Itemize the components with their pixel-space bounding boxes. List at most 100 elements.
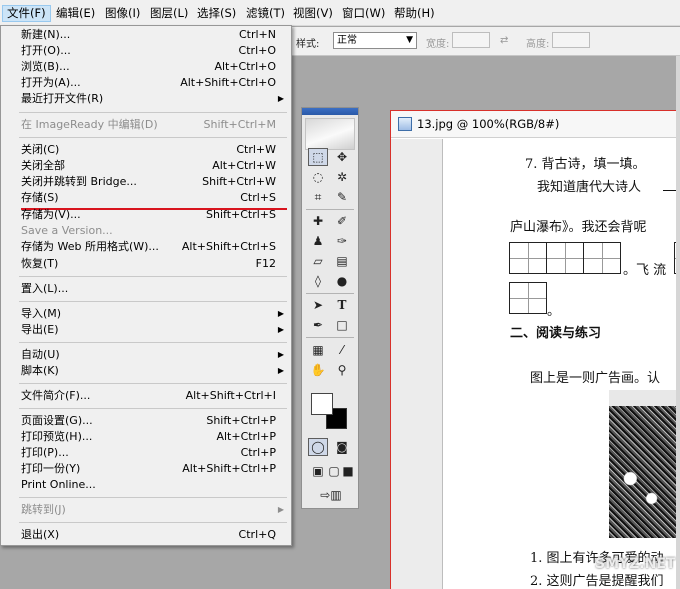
menu-item-save-as[interactable]: 存储为(V)... Shift+Ctrl+S: [2, 207, 290, 223]
menu-item-shortcut: Ctrl+P: [240, 446, 276, 459]
scrollbar-edge[interactable]: [676, 56, 680, 589]
menu-filter[interactable]: 滤镜(T): [242, 5, 289, 22]
style-select[interactable]: 正常 ▼: [333, 32, 417, 49]
menu-item-label: 导出(E): [21, 323, 59, 336]
menu-help[interactable]: 帮助(H): [390, 5, 439, 22]
menu-item-recent-files[interactable]: 最近打开文件(R) ▶: [2, 91, 290, 107]
path-select-icon[interactable]: ➤: [308, 296, 328, 314]
menu-item-label: 恢复(T): [21, 257, 59, 270]
jump-to-imageready-icon[interactable]: ⇨▥: [316, 486, 346, 504]
menu-separator: [19, 301, 287, 302]
menu-item-close[interactable]: 关闭(C) Ctrl+W: [2, 142, 290, 158]
menu-item-shortcut: Shift+Ctrl+M: [203, 118, 277, 131]
file-menu-dropdown: 新建(N)... Ctrl+N 打开(O)... Ctrl+O 浏览(B)... Al…: [0, 25, 292, 546]
zoom-icon[interactable]: ⚲: [332, 361, 352, 379]
menu-item-print-preview[interactable]: 打印预览(H)... Alt+Ctrl+P: [2, 429, 290, 445]
menu-separator: [19, 342, 287, 343]
menu-item-label: 关闭(C): [21, 143, 60, 156]
height-input[interactable]: [552, 32, 590, 48]
menu-image[interactable]: 图像(I): [101, 5, 144, 22]
menu-item-save[interactable]: 存储(S) Ctrl+S: [2, 190, 290, 206]
menu-item-label: 最近打开文件(R): [21, 92, 104, 105]
menu-item-open-as[interactable]: 打开为(A)... Alt+Shift+Ctrl+O: [2, 75, 290, 91]
eraser-icon[interactable]: ▱: [308, 252, 328, 270]
swap-icon[interactable]: ⇄: [500, 35, 508, 46]
brush-icon[interactable]: ✐: [332, 212, 352, 230]
menu-item-label: 存储为(V)...: [21, 208, 81, 221]
magic-wand-icon[interactable]: ✲: [332, 168, 352, 186]
menu-item-label: 在 ImageReady 中编辑(D): [21, 118, 158, 131]
blur-icon[interactable]: ◊: [308, 272, 328, 290]
menu-item-save-for-web[interactable]: 存储为 Web 所用格式(W)... Alt+Shift+Ctrl+S: [2, 239, 290, 255]
rect-marquee-icon[interactable]: ⬚: [308, 148, 328, 166]
type-icon[interactable]: T: [332, 296, 352, 314]
menu-separator: [19, 522, 287, 523]
shape-icon[interactable]: □: [332, 316, 352, 334]
menu-window[interactable]: 窗口(W): [338, 5, 389, 22]
menu-item-print-online[interactable]: Print Online...: [2, 477, 290, 493]
menu-item-page-setup[interactable]: 页面设置(G)... Shift+Ctrl+P: [2, 413, 290, 429]
document-titlebar[interactable]: 13.jpg @ 100%(RGB/8#): [391, 111, 680, 138]
menu-item-shortcut: Alt+Shift+Ctrl+O: [180, 76, 276, 89]
menu-item-shortcut: Shift+Ctrl+S: [206, 208, 276, 221]
watermark: SMYZ.NET: [595, 556, 676, 572]
menu-item-print-one-copy[interactable]: 打印一份(Y) Alt+Shift+Ctrl+P: [2, 461, 290, 477]
submenu-arrow-icon: ▶: [277, 350, 284, 359]
submenu-arrow-icon: ▶: [277, 505, 284, 514]
menu-item-label: 页面设置(G)...: [21, 414, 93, 427]
quick-mask-icon[interactable]: ◙: [332, 438, 352, 456]
menu-item-close-and-go-to-bridge[interactable]: 关闭并跳转到 Bridge... Shift+Ctrl+W: [2, 174, 290, 190]
slice-icon[interactable]: ✎: [332, 188, 352, 206]
menu-item-revert[interactable]: 恢复(T) F12: [2, 256, 290, 272]
notes-icon[interactable]: ▦: [308, 341, 328, 359]
healing-brush-icon[interactable]: ✚: [308, 212, 328, 230]
menu-item-exit[interactable]: 退出(X) Ctrl+Q: [2, 527, 290, 543]
screen-mode-full-icon[interactable]: ■: [338, 462, 358, 480]
menu-item-scripts[interactable]: 脚本(K) ▶: [2, 363, 290, 379]
dodge-icon[interactable]: ●: [332, 272, 352, 290]
hand-icon[interactable]: ✋: [308, 361, 328, 379]
move-icon[interactable]: ✥: [332, 148, 352, 166]
menu-view[interactable]: 视图(V): [289, 5, 337, 22]
width-label: 宽度:: [426, 39, 450, 50]
menu-item-open[interactable]: 打开(O)... Ctrl+O: [2, 43, 290, 59]
standard-mode-icon[interactable]: ◯: [308, 438, 328, 456]
feather-logo-icon[interactable]: [305, 118, 355, 150]
menu-item-shortcut: Alt+Ctrl+O: [214, 60, 276, 73]
writing-box: [546, 242, 584, 274]
menu-item-new[interactable]: 新建(N)... Ctrl+N: [2, 27, 290, 43]
menu-item-automate[interactable]: 自动(U) ▶: [2, 347, 290, 363]
history-brush-icon[interactable]: ✑: [332, 232, 352, 250]
menu-item-export[interactable]: 导出(E) ▶: [2, 322, 290, 338]
foreground-color-swatch[interactable]: [311, 393, 333, 415]
doc-line-3: 庐山瀑布》。我还会背呢: [510, 220, 647, 235]
chevron-down-icon: ▼: [406, 35, 413, 45]
eyedropper-icon[interactable]: ⁄: [332, 341, 352, 359]
menu-item-label: 打开(O)...: [21, 44, 71, 57]
menu-item-shortcut: Shift+Ctrl+W: [202, 175, 276, 188]
menu-item-place[interactable]: 置入(L)...: [2, 281, 290, 297]
submenu-arrow-icon: ▶: [277, 309, 284, 318]
pen-icon[interactable]: ✒: [308, 316, 328, 334]
menu-item-label: 浏览(B)...: [21, 60, 70, 73]
doc-line-1: 7. 背古诗，填一填。: [525, 157, 646, 172]
menu-layer[interactable]: 图层(L): [146, 5, 192, 22]
tools-palette-titlebar[interactable]: [302, 108, 358, 115]
menu-item-import[interactable]: 导入(M) ▶: [2, 306, 290, 322]
tools-palette: ⬚ ✥ ◌ ✲ ⌗ ✎ ✚ ✐ ♟ ✑ ▱ ▤ ◊ ● ➤ T ✒ □ ▦ ⁄ …: [301, 107, 359, 509]
crop-icon[interactable]: ⌗: [308, 188, 328, 206]
width-input[interactable]: [452, 32, 490, 48]
stamp-icon[interactable]: ♟: [308, 232, 328, 250]
menu-item-browse[interactable]: 浏览(B)... Alt+Ctrl+O: [2, 59, 290, 75]
menu-edit[interactable]: 编辑(E): [52, 5, 99, 22]
menu-item-file-info[interactable]: 文件简介(F)... Alt+Shift+Ctrl+I: [2, 388, 290, 404]
style-select-value: 正常: [337, 35, 357, 46]
lasso-icon[interactable]: ◌: [308, 168, 328, 186]
menu-file[interactable]: 文件(F): [2, 5, 51, 22]
menu-select[interactable]: 选择(S): [193, 5, 240, 22]
menu-item-jump-to: 跳转到(J) ▶: [2, 502, 290, 518]
menu-item-shortcut: Ctrl+S: [240, 191, 276, 204]
menu-item-close-all[interactable]: 关闭全部 Alt+Ctrl+W: [2, 158, 290, 174]
menu-item-print[interactable]: 打印(P)... Ctrl+P: [2, 445, 290, 461]
gradient-icon[interactable]: ▤: [332, 252, 352, 270]
